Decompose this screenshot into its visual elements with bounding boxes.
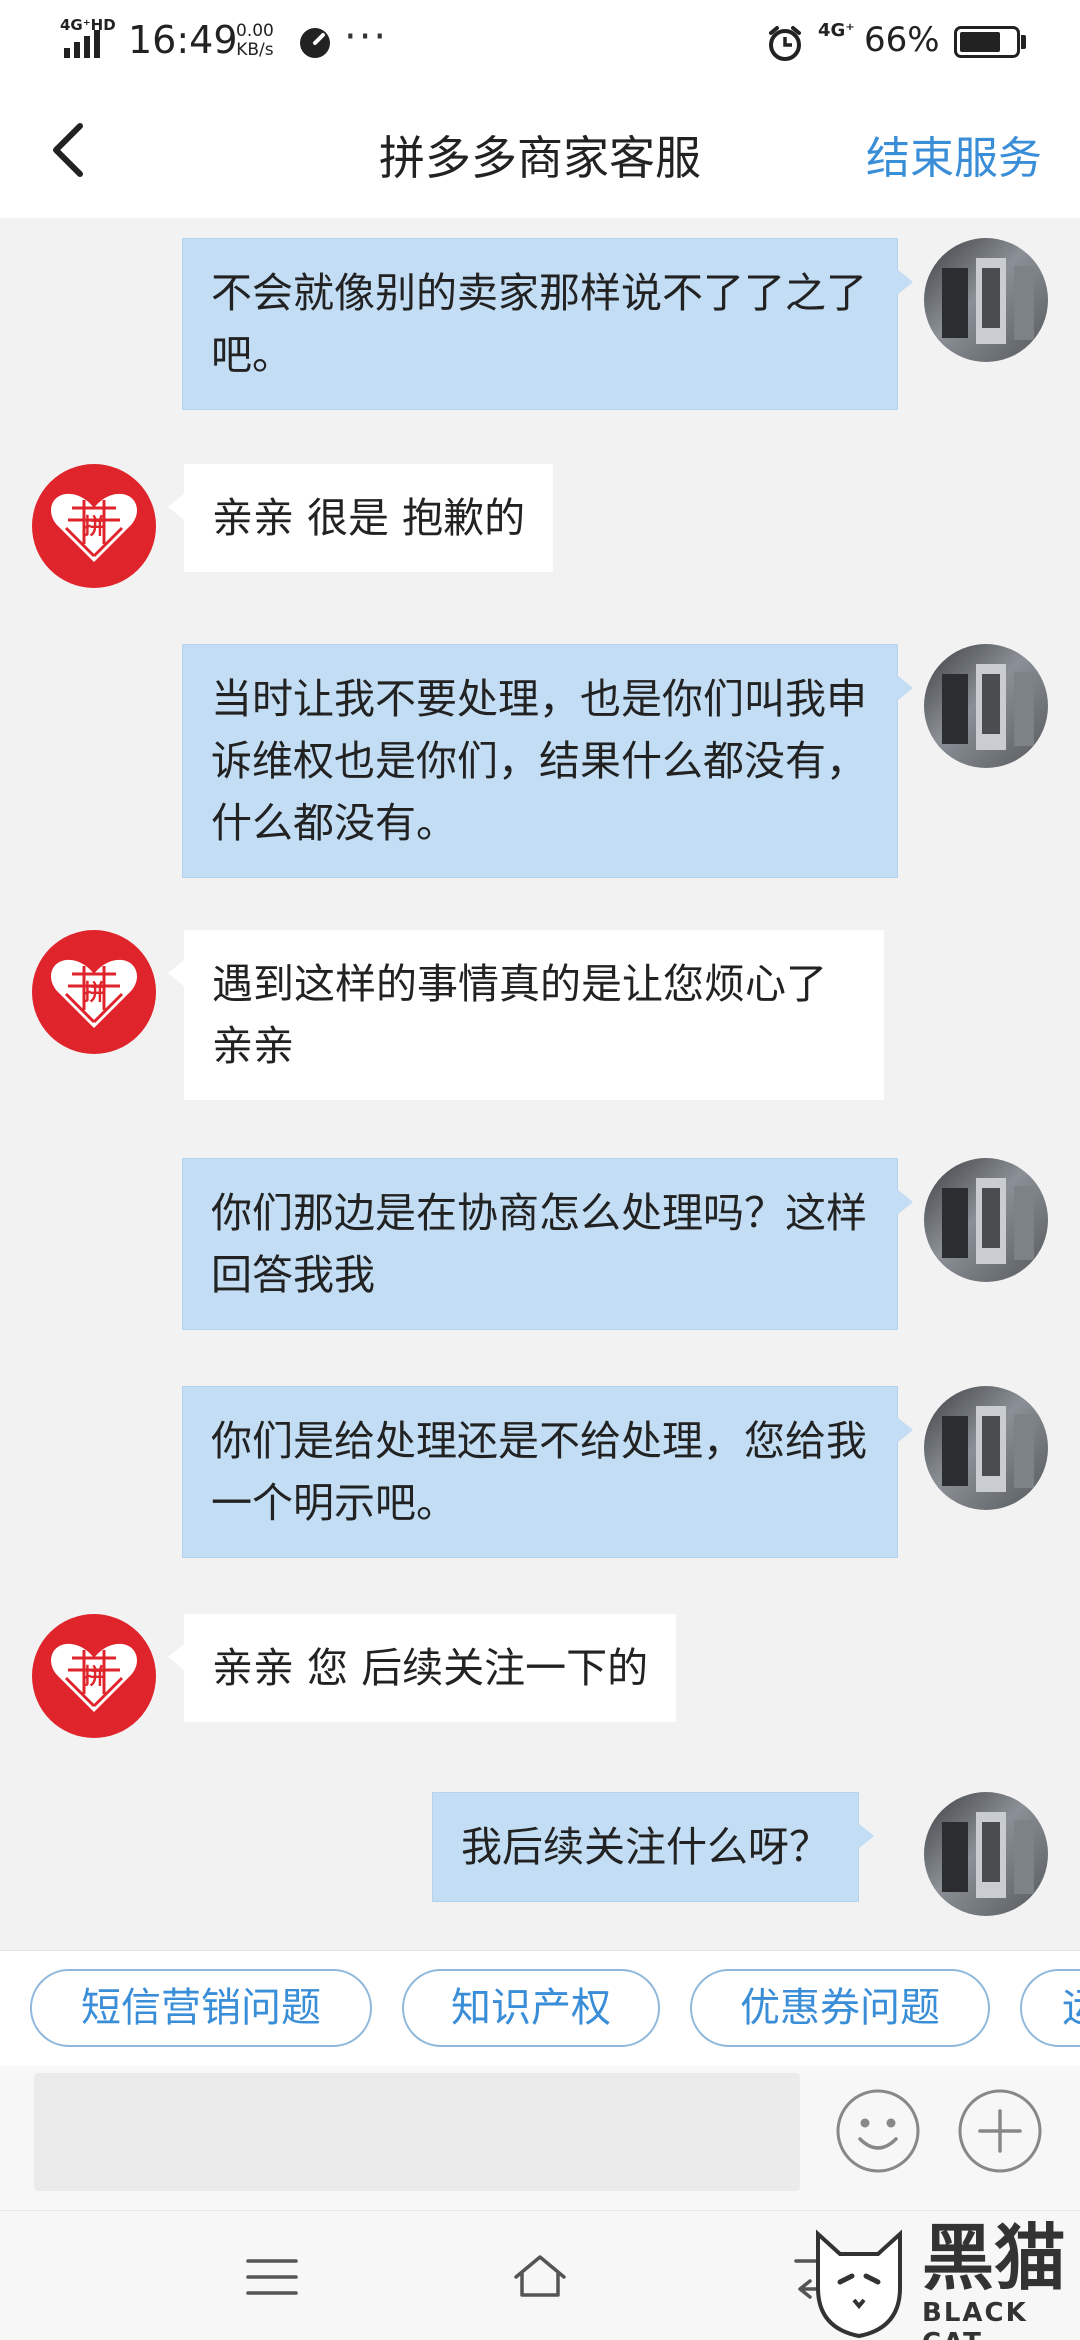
watermark-main: 黑猫 bbox=[922, 2216, 1067, 2300]
message-bubble-outgoing[interactable]: 当时让我不要处理，也是你们叫我申诉维权也是你们，结果什么都没有，什么都没有。 bbox=[182, 644, 913, 878]
emoji-icon[interactable] bbox=[834, 2087, 922, 2175]
shop-avatar[interactable]: 拼 bbox=[32, 1614, 156, 1738]
user-avatar[interactable] bbox=[924, 238, 1048, 362]
network-type-right: 4G⁺ bbox=[818, 20, 855, 41]
message-bubble-incoming[interactable]: 亲亲 很是 抱歉的 bbox=[167, 464, 554, 572]
signal-icon bbox=[64, 30, 100, 58]
gauge-icon bbox=[300, 28, 330, 58]
speed-value: 0.00 bbox=[236, 21, 274, 41]
speed-unit: KB/s bbox=[236, 40, 274, 60]
alarm-icon bbox=[769, 26, 801, 61]
add-icon[interactable] bbox=[956, 2087, 1044, 2175]
quick-reply-chip[interactable]: 知识产权 bbox=[402, 1969, 660, 2047]
quick-reply-bar[interactable]: 短信营销问题 知识产权 优惠券问题 运 bbox=[0, 1950, 1080, 2066]
battery-icon bbox=[954, 26, 1020, 58]
message-bubble-outgoing[interactable]: 你们是给处理还是不给处理，您给我一个明示吧。 bbox=[182, 1386, 913, 1558]
status-bar: 4G⁺HD 16:49 0.00 KB/s ··· 4G⁺ 66% bbox=[0, 0, 1080, 84]
home-icon[interactable] bbox=[510, 2247, 570, 2307]
message-bubble-outgoing[interactable]: 不会就像别的卖家那样说不了了之了吧。 bbox=[182, 238, 913, 410]
watermark-sub: BLACK CAT bbox=[922, 2298, 1028, 2340]
end-service-button[interactable]: 结束服务 bbox=[866, 122, 1042, 186]
user-avatar[interactable] bbox=[924, 644, 1048, 768]
input-bar bbox=[0, 2066, 1080, 2210]
network-speed: 0.00 KB/s bbox=[236, 22, 274, 60]
shop-avatar[interactable]: 拼 bbox=[32, 464, 156, 588]
shop-avatar[interactable]: 拼 bbox=[32, 930, 156, 1054]
black-cat-watermark: 黑猫 BLACK CAT bbox=[804, 2218, 1080, 2340]
user-avatar[interactable] bbox=[924, 1792, 1048, 1916]
clock: 16:49 bbox=[128, 18, 238, 62]
quick-reply-chip[interactable]: 优惠券问题 bbox=[690, 1969, 990, 2047]
user-avatar[interactable] bbox=[924, 1386, 1048, 1510]
battery-percent: 66% bbox=[864, 20, 940, 60]
message-input[interactable] bbox=[34, 2073, 800, 2191]
more-notifications-icon: ··· bbox=[344, 14, 389, 60]
message-bubble-incoming[interactable]: 亲亲 您 后续关注一下的 bbox=[167, 1614, 677, 1722]
app-header: 拼多多商家客服 结束服务 bbox=[0, 84, 1080, 218]
message-bubble-incoming[interactable]: 遇到这样的事情真的是让您烦心了亲亲 bbox=[168, 930, 884, 1100]
cat-logo-icon bbox=[816, 2229, 902, 2339]
quick-reply-chip[interactable]: 短信营销问题 bbox=[30, 1969, 372, 2047]
chat-area[interactable]: 不会就像别的卖家那样说不了了之了吧。 拼 亲亲 很是 抱歉的 当时让我不要处理，… bbox=[0, 218, 1080, 1950]
battery-tip bbox=[1021, 35, 1026, 49]
svg-text:拼: 拼 bbox=[83, 1664, 105, 1690]
quick-reply-chip[interactable]: 运 bbox=[1020, 1969, 1080, 2047]
battery-level bbox=[960, 32, 1000, 52]
menu-icon[interactable] bbox=[242, 2247, 302, 2307]
message-bubble-outgoing[interactable]: 我后续关注什么呀？ bbox=[432, 1792, 874, 1902]
svg-text:拼: 拼 bbox=[83, 980, 105, 1006]
svg-text:拼: 拼 bbox=[83, 514, 105, 540]
message-bubble-outgoing[interactable]: 你们那边是在协商怎么处理吗？这样回答我我 bbox=[182, 1158, 913, 1330]
user-avatar[interactable] bbox=[924, 1158, 1048, 1282]
